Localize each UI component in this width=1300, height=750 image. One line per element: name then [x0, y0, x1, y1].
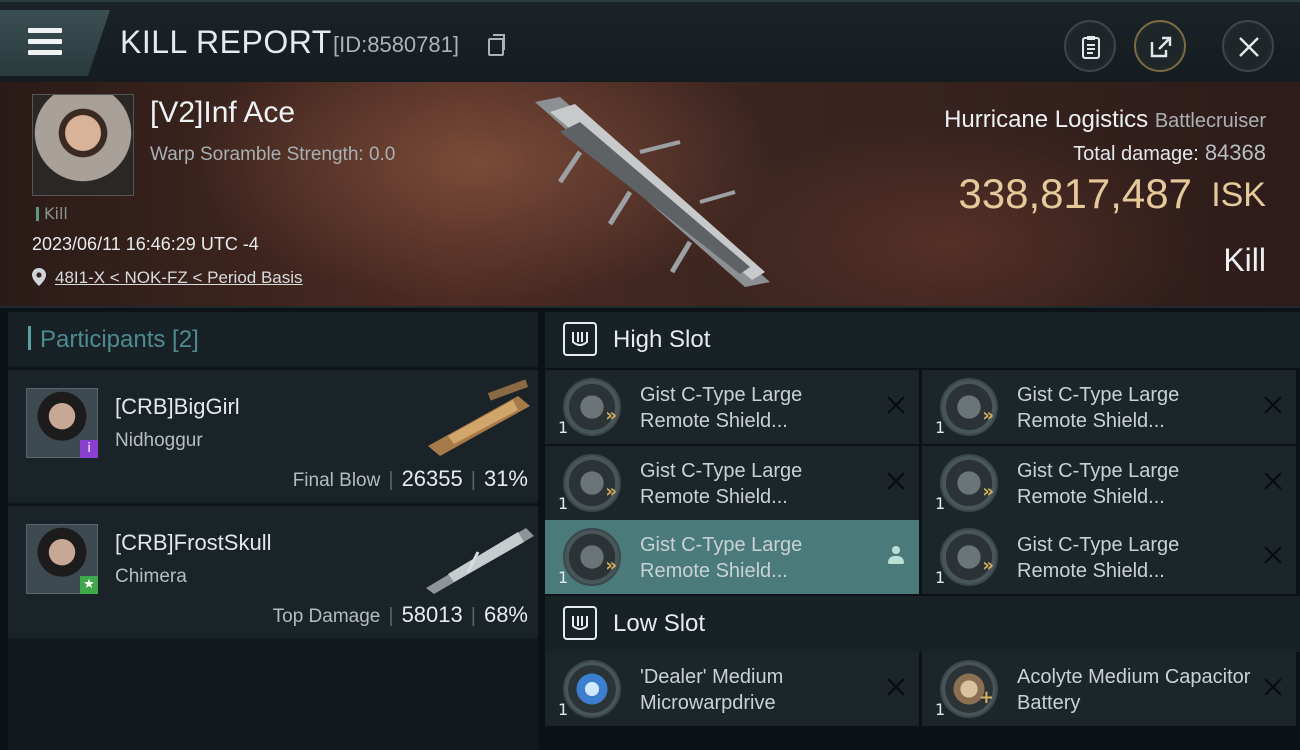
destroyed-x-icon [885, 676, 907, 698]
destroyed-x-icon [1262, 676, 1284, 698]
participant-stats: Top Damage | 58013 | 68% [272, 602, 528, 627]
low-slot-title: Low Slot [613, 610, 706, 637]
high-slot-icon [563, 322, 597, 356]
shield-booster-icon: » [563, 454, 621, 512]
kill-tag: Kill [36, 204, 68, 223]
stat-label: Final Blow [292, 470, 381, 491]
high-slot-module[interactable]: » 1 Gist C-Type Large Remote Shield... [922, 370, 1296, 444]
kill-report-header: KILL REPORT [ID:8580781] [0, 0, 1300, 82]
participants-panel: Participants [2] i [CRB]BigGirl Nidhoggu… [8, 312, 538, 750]
shield-booster-icon: » [940, 528, 998, 586]
person-icon [887, 546, 905, 566]
module-name: Gist C-Type Large Remote Shield... [1017, 460, 1180, 508]
module-quantity: 1 [935, 700, 946, 719]
destroyed-x-icon [1262, 470, 1284, 492]
microwarpdrive-icon [563, 660, 621, 718]
module-name: Gist C-Type Large Remote Shield... [1017, 384, 1180, 432]
participant-name: [CRB]BigGirl [115, 394, 240, 419]
isk-value: 338,817,487 [958, 170, 1192, 217]
high-slot-module[interactable]: » 1 Gist C-Type Large Remote Shield... [922, 446, 1296, 520]
page-title: KILL REPORT [120, 24, 332, 60]
module-quantity: 1 [558, 418, 569, 437]
high-slot-module[interactable]: » 1 Gist C-Type Large Remote Shield... [922, 520, 1296, 594]
report-id: [ID:8580781] [333, 32, 459, 57]
high-slot-module[interactable]: » 1 Gist C-Type Large Remote Shield... [545, 446, 919, 520]
low-slot-header: Low Slot [545, 596, 1300, 652]
participant-row[interactable]: ★ [CRB]FrostSkull Chimera Top Damage | 580… [8, 504, 538, 638]
total-damage-value: 84368 [1204, 140, 1266, 165]
damage-percent: 31% [483, 466, 528, 491]
location-pin-icon [32, 268, 46, 286]
module-quantity: 1 [935, 568, 946, 587]
destroyed-x-icon [1262, 544, 1284, 566]
module-quantity: 1 [558, 700, 569, 719]
participants-header: Participants [2] [8, 312, 538, 366]
ship-type-name: Hurricane Logistics [944, 106, 1149, 133]
close-button[interactable] [1222, 20, 1274, 72]
damage-value: 58013 [401, 602, 463, 627]
participant-ship-image [428, 379, 530, 456]
destroyed-x-icon [1262, 394, 1284, 416]
damage-percent: 68% [483, 602, 528, 627]
low-slot-module[interactable]: 1 'Dealer' Medium Microwarpdrive [545, 652, 919, 726]
module-quantity: 1 [935, 494, 946, 513]
star-badge-icon: ★ [80, 576, 98, 594]
high-slot-module[interactable]: » 1 Gist C-Type Large Remote Shield... [545, 370, 919, 444]
stat-label: Top Damage [272, 606, 381, 627]
high-slot-module-selected[interactable]: » 1 Gist C-Type Large Remote Shield... [545, 520, 919, 594]
isk-unit: ISK [1211, 176, 1266, 214]
ship-class: Battlecruiser [1154, 110, 1266, 132]
module-name: Gist C-Type Large Remote Shield... [1017, 534, 1180, 582]
high-slot-title: High Slot [613, 326, 711, 353]
module-name: Gist C-Type Large Remote Shield... [640, 384, 803, 432]
module-name: Gist C-Type Large Remote Shield... [640, 460, 803, 508]
victim-name[interactable]: [V2]Inf Ace [150, 96, 295, 130]
victim-avatar[interactable] [32, 94, 134, 196]
share-icon [1150, 36, 1172, 58]
shield-booster-icon: » [563, 528, 621, 586]
clipboard-icon [1082, 36, 1100, 59]
high-slot-header: High Slot [545, 312, 1300, 368]
shield-booster-icon: » [563, 378, 621, 436]
info-badge-icon: i [80, 440, 98, 458]
share-button[interactable] [1134, 20, 1186, 72]
module-quantity: 1 [558, 568, 569, 587]
shield-booster-icon: » [940, 454, 998, 512]
clipboard-button[interactable] [1064, 20, 1116, 72]
participant-row[interactable]: i [CRB]BigGirl Nidhoggur Final Blow | 2635… [8, 368, 538, 502]
warp-scramble-strength: Warp Soramble Strength: 0.0 [150, 144, 396, 165]
victim-banner: [V2]Inf Ace Warp Soramble Strength: 0.0 … [0, 82, 1300, 308]
hamburger-icon [28, 28, 62, 56]
module-quantity: 1 [558, 494, 569, 513]
module-name: Gist C-Type Large Remote Shield... [640, 534, 803, 582]
result-label: Kill [1223, 242, 1266, 278]
low-slot-icon [563, 606, 597, 640]
participant-stats: Final Blow | 26355 | 31% [292, 466, 528, 491]
total-damage-label: Total damage: [1073, 143, 1199, 165]
module-name: Acolyte Medium Capacitor Battery [1017, 666, 1251, 714]
low-slot-module[interactable]: + 1 Acolyte Medium Capacitor Battery [922, 652, 1296, 726]
module-name: 'Dealer' Medium Microwarpdrive [640, 666, 784, 714]
destroyed-x-icon [885, 470, 907, 492]
capacitor-battery-icon: + [940, 660, 998, 718]
total-damage: Total damage: 84368 [1073, 140, 1266, 166]
participant-ship: Chimera [115, 566, 187, 587]
victim-ship-image[interactable] [520, 92, 790, 292]
victim-ship-name[interactable]: Hurricane Logistics Battlecruiser [944, 106, 1266, 134]
copy-icon[interactable] [488, 34, 505, 56]
shield-booster-icon: » [940, 378, 998, 436]
destroyed-x-icon [885, 394, 907, 416]
participants-title: Participants [2] [40, 326, 199, 353]
kill-location-link[interactable]: 48I1-X < NOK-FZ < Period Basis [55, 268, 303, 288]
close-icon [1239, 37, 1259, 57]
kill-timestamp: 2023/06/11 16:46:29 UTC -4 [32, 234, 259, 254]
menu-button[interactable] [0, 10, 110, 76]
participant-name: [CRB]FrostSkull [115, 530, 272, 555]
damage-value: 26355 [401, 466, 463, 491]
participant-ship-image [426, 528, 534, 594]
participant-ship: Nidhoggur [115, 430, 203, 451]
module-quantity: 1 [935, 418, 946, 437]
